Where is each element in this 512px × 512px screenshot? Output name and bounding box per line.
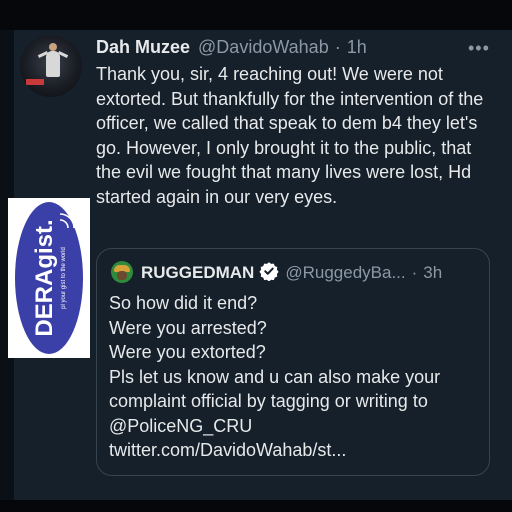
quoted-author-name[interactable]: RUGGEDMAN [141, 263, 254, 283]
quoted-time[interactable]: 3h [423, 263, 442, 283]
more-dots-icon[interactable]: ••• [468, 38, 490, 59]
author-avatar[interactable] [20, 35, 82, 97]
tweet-time[interactable]: 1h [347, 37, 367, 58]
quoted-line: Pls let us know and u can also make your [109, 366, 441, 387]
quoted-line: complaint official by tagging or writing… [109, 391, 428, 411]
quoted-author-handle[interactable]: @RuggedyBa... [285, 263, 405, 283]
avatar-figure [46, 51, 60, 77]
bottom-strip [0, 500, 512, 512]
quoted-line: Were you arrested? [109, 317, 267, 338]
quoted-tweet[interactable]: RUGGEDMAN @RuggedyBa... · 3h So how did … [96, 248, 490, 476]
quoted-text: So how did it end? Were you arrested? We… [109, 291, 481, 463]
url-link[interactable]: twitter.com/DavidoWahab/st... [109, 438, 481, 463]
quoted-avatar-face [117, 271, 127, 280]
top-strip [0, 0, 512, 30]
quoted-avatar[interactable] [111, 261, 133, 283]
avatar-head [49, 43, 57, 51]
author-name[interactable]: Dah Muzee [96, 37, 190, 58]
tweet-text: Thank you, sir, 4 reaching out! We were … [96, 64, 484, 207]
author-handle[interactable]: @DavidoWahab [198, 37, 329, 58]
svg-text:DERAgist.: DERAgist. [31, 219, 58, 336]
tweet-header: Dah Muzee @DavidoWahab · 1h [96, 36, 367, 58]
avatar-banner [26, 79, 44, 85]
meta-separator: · [334, 36, 341, 57]
quoted-header: RUGGEDMAN @RuggedyBa... · 3h [141, 261, 442, 285]
deragist-logo: DERAgist. pl your gist to the world [8, 198, 90, 358]
quoted-line: Were you extorted? [109, 342, 266, 362]
mention-link[interactable]: @PoliceNG_CRU [109, 414, 481, 439]
quoted-meta-separator: · [411, 263, 418, 282]
svg-text:pl your gist to the world: pl your gist to the world [61, 247, 67, 309]
verified-badge-icon [259, 261, 279, 286]
quoted-line: So how did it end? [109, 293, 258, 313]
